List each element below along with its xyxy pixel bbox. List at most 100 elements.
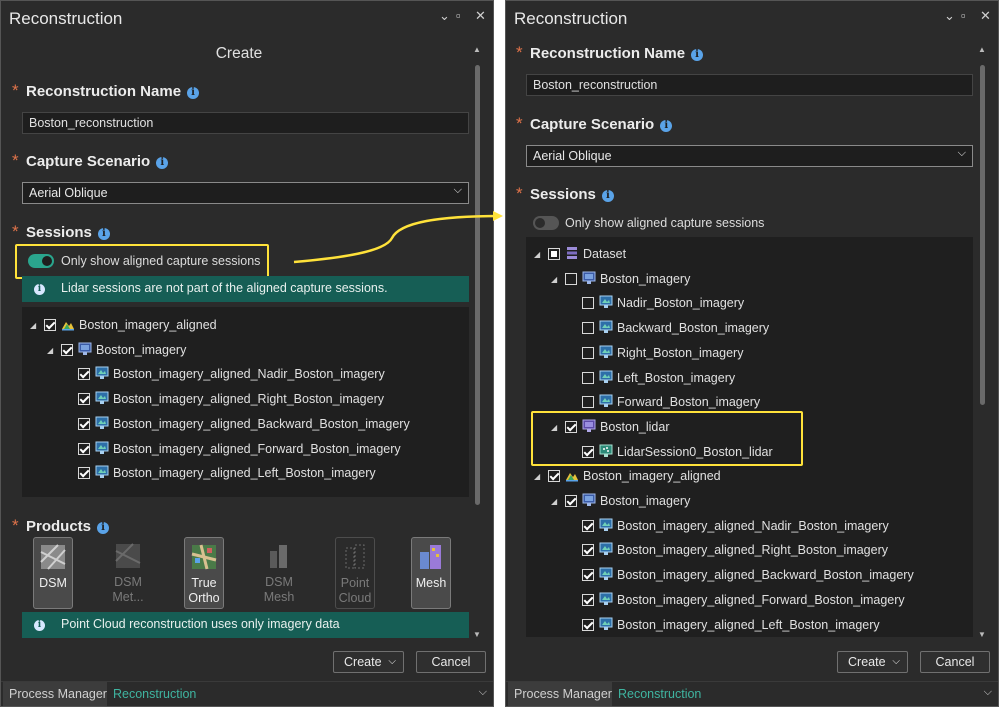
tree-row[interactable]: ◢ Boston_imagery [22,340,469,362]
info-icon[interactable]: i [187,87,200,99]
pane-options-icon[interactable]: ⌄ [439,8,450,24]
tree-row[interactable]: Boston_imagery_aligned_Right_Boston_imag… [22,389,469,411]
capture-scenario-select[interactable]: Aerial Oblique ⌵ [526,145,973,167]
tree-row[interactable]: ◢ Boston_imagery_aligned [526,466,973,488]
tree-row-checkbox[interactable] [582,346,594,359]
tree-row-checkbox[interactable] [61,343,73,356]
pane-close-icon[interactable]: ✕ [475,8,486,24]
tree-row[interactable]: Boston_imagery_aligned_Left_Boston_image… [22,463,469,485]
tree-row[interactable]: Left_Boston_imagery [526,368,973,390]
pane-restore-icon[interactable]: ▫ [961,8,966,23]
tree-row[interactable]: Boston_imagery_aligned_Nadir_Boston_imag… [526,516,973,538]
tree-row-checkbox[interactable] [582,396,594,409]
info-icon[interactable]: i [156,157,169,169]
tree-row[interactable]: Boston_imagery_aligned_Backward_Boston_i… [526,565,973,587]
expand-collapse-icon[interactable]: ◢ [551,275,557,284]
scroll-down-icon[interactable]: ▼ [978,630,986,639]
tree-row-checkbox[interactable] [582,519,594,532]
pane-restore-icon[interactable]: ▫ [456,8,461,23]
expand-collapse-icon[interactable]: ◢ [534,250,540,259]
expand-collapse-icon[interactable]: ◢ [30,321,36,330]
pane-options-icon[interactable]: ⌄ [944,8,955,24]
tree-row-checkbox[interactable] [582,371,594,384]
info-icon[interactable]: i [97,228,110,240]
create-button-label: Create [848,655,886,669]
tree-row-checkbox[interactable] [78,368,90,381]
reconstruction-name-input[interactable]: Boston_reconstruction [22,112,469,134]
tab-process-manager[interactable]: Process Manager [508,682,618,706]
expand-collapse-icon[interactable]: ◢ [551,497,557,506]
highlight-box [531,411,803,466]
sessions-label: Sessions [26,224,92,241]
info-icon[interactable]: i [601,190,614,202]
reconstruction-name-input[interactable]: Boston_reconstruction [526,74,973,96]
tree-row-checkbox[interactable] [78,442,90,455]
imagery-collection-icon [582,493,596,507]
tree-row-checkbox[interactable] [565,495,577,507]
dataset-icon [565,246,579,260]
tree-row-checkbox[interactable] [78,393,90,406]
tab-process-manager[interactable]: Process Manager [3,682,113,706]
tree-row-checkbox[interactable] [78,467,90,480]
scrollbar-thumb[interactable] [980,65,985,405]
tree-row[interactable]: Backward_Boston_imagery [526,318,973,340]
create-button[interactable]: Create ⌵ [837,651,908,673]
tree-row[interactable]: Boston_imagery_aligned_Backward_Boston_i… [22,414,469,436]
tree-row-checkbox[interactable] [582,569,594,582]
pane-close-icon[interactable]: ✕ [980,8,991,24]
expand-collapse-icon[interactable]: ◢ [47,346,53,355]
tree-row[interactable]: ◢ Boston_imagery_aligned [22,315,469,337]
tree-row-checkbox[interactable] [78,417,90,430]
tab-reconstruction[interactable]: Reconstruction [107,682,203,706]
cancel-button[interactable]: Cancel [416,651,486,673]
tree-row[interactable]: Boston_imagery_aligned_Forward_Boston_im… [526,590,973,612]
pane-scrollbar[interactable]: ▲ ▼ [472,45,482,639]
product-label: Cloud [338,591,372,605]
tree-row[interactable]: ◢ Boston_imagery [526,269,973,291]
tree-row-checkbox[interactable] [582,618,594,631]
tree-row[interactable]: Boston_imagery_aligned_Right_Boston_imag… [526,540,973,562]
tree-row[interactable]: ◢ Boston_imagery [526,491,973,513]
tree-row-checkbox[interactable] [44,319,56,331]
product-toggle-dsm[interactable]: DSM [33,537,73,609]
pane-scrollbar[interactable]: ▲ ▼ [977,45,987,639]
info-icon[interactable]: i [97,522,110,534]
dsm-mesh-icon [264,541,294,571]
tree-row-checkbox[interactable] [548,470,560,483]
tree-row-checkbox[interactable] [548,248,560,260]
info-icon[interactable]: i [691,49,704,61]
scroll-down-icon[interactable]: ▼ [473,630,481,639]
pane-tab-bar: Process Manager Reconstruction ⌵ [506,681,998,706]
tree-row-checkbox[interactable] [565,272,577,285]
expand-collapse-icon[interactable]: ◢ [534,472,540,481]
scrollbar-thumb[interactable] [475,65,480,505]
product-label: Point [340,576,370,590]
product-toggle-true-ortho[interactable]: True Ortho [184,537,224,609]
tree-row[interactable]: Nadir_Boston_imagery [526,293,973,315]
tree-row[interactable]: Boston_imagery_aligned_Left_Boston_image… [526,615,973,637]
tabs-overflow-icon[interactable]: ⌵ [479,686,487,699]
scroll-up-icon[interactable]: ▲ [473,45,481,54]
tab-reconstruction[interactable]: Reconstruction [612,682,708,706]
tree-row-checkbox[interactable] [582,593,594,606]
tree-row[interactable]: Right_Boston_imagery [526,343,973,365]
image-session-icon [95,391,109,405]
chevron-down-icon[interactable]: ⌵ [388,652,396,672]
cancel-button[interactable]: Cancel [920,651,990,673]
aligned-sessions-toggle[interactable] [533,216,559,230]
tree-row-checkbox[interactable] [582,297,594,310]
tree-row-checkbox[interactable] [582,322,594,335]
tree-row-checkbox[interactable] [582,544,594,557]
capture-scenario-select[interactable]: Aerial Oblique ⌵ [22,182,469,204]
tree-row[interactable]: Boston_imagery_aligned_Forward_Boston_im… [22,439,469,461]
tree-row[interactable]: ◢ Dataset [526,244,973,266]
chevron-down-icon[interactable]: ⌵ [892,652,900,672]
product-toggle-mesh[interactable]: Mesh [411,537,451,609]
tree-row-label: Nadir_Boston_imagery [617,296,745,311]
tree-row[interactable]: Boston_imagery_aligned_Nadir_Boston_imag… [22,364,469,386]
product-label: True [191,576,217,590]
scroll-up-icon[interactable]: ▲ [978,45,986,54]
info-icon[interactable]: i [660,120,673,132]
tabs-overflow-icon[interactable]: ⌵ [984,686,992,699]
create-button[interactable]: Create ⌵ [333,651,404,673]
